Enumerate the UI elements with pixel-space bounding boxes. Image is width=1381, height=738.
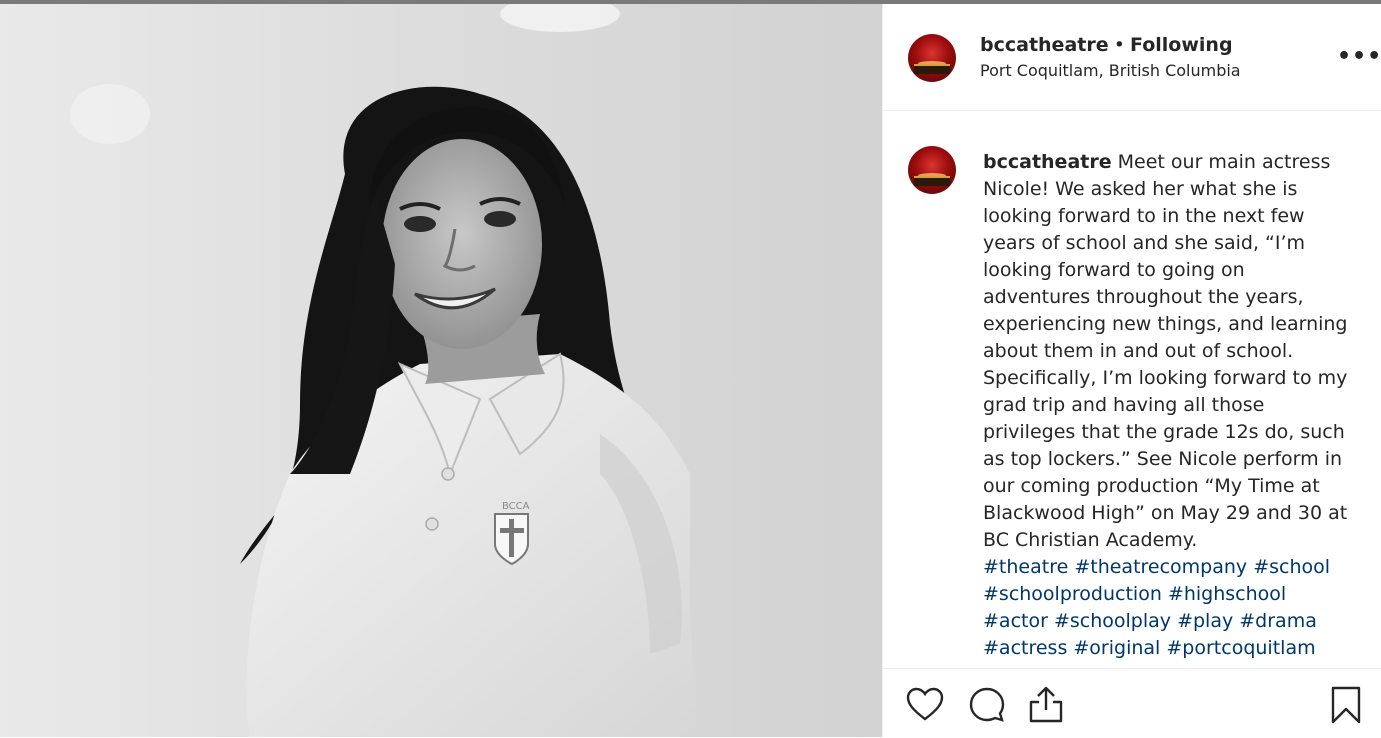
caption-avatar[interactable] <box>908 146 956 194</box>
action-bar <box>883 668 1381 738</box>
school-crest <box>494 513 529 566</box>
post-photo[interactable]: BCCA <box>0 4 882 737</box>
caption-body: Meet our main actress Nicole! We asked h… <box>983 151 1348 551</box>
header-username-link[interactable]: bccatheatre <box>980 34 1109 56</box>
caption-text-block: bccatheatre Meet our main actress Nicole… <box>983 149 1355 662</box>
bookmark-icon[interactable] <box>1326 685 1366 725</box>
hashtag-link[interactable]: #play <box>1177 610 1233 632</box>
more-options-icon[interactable]: ••• <box>1337 44 1381 69</box>
hashtag-link[interactable]: #school <box>1253 556 1330 578</box>
caption-section: bccatheatre Meet our main actress Nicole… <box>883 111 1381 668</box>
share-icon[interactable] <box>1026 685 1066 725</box>
hashtag-link[interactable]: #original <box>1073 637 1160 659</box>
hashtag-link[interactable]: #schoolproduction <box>983 583 1162 605</box>
post-details-panel: bccatheatre • Following Port Coquitlam, … <box>882 4 1381 737</box>
hashtag-link[interactable]: #drama <box>1239 610 1317 632</box>
hashtag-link[interactable]: #actress <box>983 637 1067 659</box>
hashtag-link[interactable]: #actor <box>983 610 1048 632</box>
hashtag-link[interactable]: #highschool <box>1168 583 1286 605</box>
svg-text:BCCA: BCCA <box>502 501 530 512</box>
heart-icon[interactable] <box>905 685 945 725</box>
header-user-line: bccatheatre • Following <box>980 34 1233 56</box>
caption-username-link[interactable]: bccatheatre <box>983 151 1112 173</box>
hashtag-link[interactable]: #theatre <box>983 556 1068 578</box>
hashtag-link[interactable]: #theatrecompany <box>1074 556 1247 578</box>
post-header: bccatheatre • Following Port Coquitlam, … <box>883 4 1381 111</box>
header-separator: • <box>1113 34 1125 56</box>
profile-avatar[interactable] <box>908 34 956 82</box>
hashtag-link[interactable]: #portcoquitlam <box>1166 637 1315 659</box>
following-button[interactable]: Following <box>1130 34 1233 56</box>
hashtag-link[interactable]: #schoolplay <box>1054 610 1171 632</box>
location-link[interactable]: Port Coquitlam, British Columbia <box>980 61 1241 80</box>
comment-icon[interactable] <box>967 685 1007 725</box>
